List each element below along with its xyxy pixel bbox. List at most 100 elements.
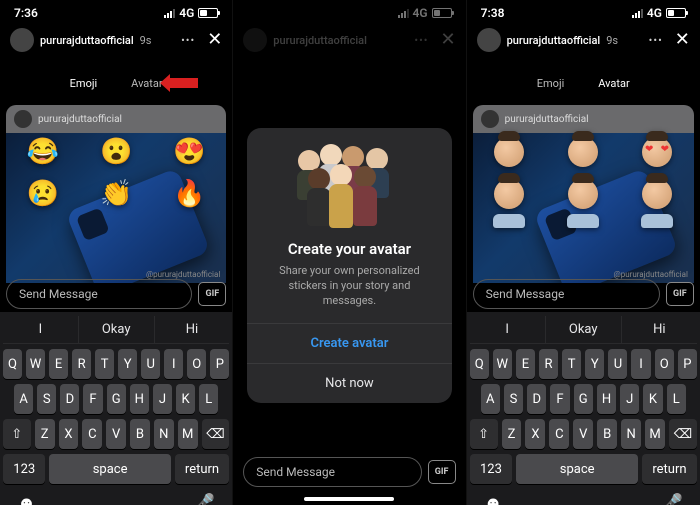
story-username[interactable]: pururajduttaofficial: [40, 34, 134, 47]
backspace-key[interactable]: ⌫: [202, 419, 230, 449]
key[interactable]: S: [37, 384, 56, 414]
key[interactable]: K: [643, 384, 662, 414]
key[interactable]: X: [525, 419, 545, 449]
key[interactable]: V: [573, 419, 593, 449]
key[interactable]: N: [621, 419, 641, 449]
key[interactable]: H: [130, 384, 149, 414]
key[interactable]: F: [550, 384, 569, 414]
key[interactable]: U: [141, 349, 160, 379]
key[interactable]: V: [106, 419, 126, 449]
key[interactable]: O: [187, 349, 206, 379]
avatar-reaction-hearteyes[interactable]: ❤: [640, 137, 674, 174]
key[interactable]: U: [608, 349, 627, 379]
space-key[interactable]: space: [516, 454, 638, 484]
key[interactable]: F: [83, 384, 102, 414]
avatar-reaction-wow[interactable]: [566, 137, 600, 174]
dictation-icon[interactable]: 🎤: [193, 493, 215, 505]
key[interactable]: O: [655, 349, 674, 379]
message-input[interactable]: Send Message: [473, 279, 660, 309]
key[interactable]: S: [504, 384, 523, 414]
space-key[interactable]: space: [49, 454, 170, 484]
key[interactable]: Y: [118, 349, 137, 379]
key[interactable]: D: [527, 384, 546, 414]
reaction-emoji[interactable]: 👏: [100, 179, 132, 209]
return-key[interactable]: return: [642, 454, 697, 484]
key[interactable]: B: [130, 419, 150, 449]
gif-button[interactable]: GIF: [198, 282, 226, 306]
reaction-emoji[interactable]: 😍: [173, 137, 205, 167]
tab-emoji[interactable]: Emoji: [56, 72, 111, 95]
backspace-key[interactable]: ⌫: [669, 419, 697, 449]
emoji-keyboard-icon[interactable]: ☻: [17, 493, 36, 505]
key[interactable]: A: [14, 384, 33, 414]
key[interactable]: L: [199, 384, 218, 414]
key[interactable]: W: [26, 349, 45, 379]
more-icon[interactable]: •••: [649, 34, 663, 47]
story-body[interactable]: pururajduttaofficial 😂 😮 😍 😢 👏 🔥 @purura…: [6, 105, 226, 283]
gif-button[interactable]: GIF: [666, 282, 694, 306]
suggestion[interactable]: I: [470, 316, 545, 343]
suggestion[interactable]: Okay: [545, 316, 621, 343]
more-icon[interactable]: •••: [181, 34, 195, 47]
gif-button[interactable]: GIF: [428, 460, 456, 484]
key[interactable]: W: [493, 349, 512, 379]
avatar-reaction-laugh[interactable]: [492, 137, 526, 174]
key[interactable]: A: [481, 384, 500, 414]
home-indicator[interactable]: [304, 497, 394, 501]
story-avatar[interactable]: [10, 28, 34, 52]
emoji-keyboard-icon[interactable]: ☻: [484, 493, 503, 505]
key[interactable]: G: [107, 384, 126, 414]
close-icon[interactable]: ✕: [207, 31, 222, 49]
key[interactable]: P: [210, 349, 229, 379]
key[interactable]: I: [164, 349, 183, 379]
story-avatar[interactable]: [477, 28, 501, 52]
key[interactable]: P: [678, 349, 697, 379]
key[interactable]: T: [95, 349, 114, 379]
suggestion[interactable]: Hi: [154, 316, 230, 343]
tab-emoji[interactable]: Emoji: [523, 72, 578, 95]
key[interactable]: R: [72, 349, 91, 379]
message-input[interactable]: Send Message: [6, 279, 192, 309]
key[interactable]: E: [49, 349, 68, 379]
suggestion[interactable]: I: [3, 316, 78, 343]
key[interactable]: L: [667, 384, 686, 414]
reaction-emoji[interactable]: 🔥: [173, 179, 205, 209]
create-avatar-button[interactable]: Create avatar: [247, 323, 451, 363]
close-icon[interactable]: ✕: [675, 31, 690, 49]
message-input[interactable]: Send Message: [243, 457, 421, 487]
reaction-emoji[interactable]: 😢: [27, 179, 59, 209]
key[interactable]: I: [631, 349, 650, 379]
story-username[interactable]: pururajduttaofficial: [507, 34, 601, 47]
key[interactable]: Y: [585, 349, 604, 379]
avatar-reaction-clap[interactable]: [566, 179, 600, 228]
shift-key[interactable]: ⇧: [3, 419, 31, 449]
key[interactable]: X: [59, 419, 79, 449]
suggestion[interactable]: Okay: [78, 316, 154, 343]
numbers-key[interactable]: 123: [3, 454, 45, 484]
not-now-button[interactable]: Not now: [247, 363, 451, 403]
reaction-emoji[interactable]: 😮: [100, 137, 132, 167]
key[interactable]: J: [153, 384, 172, 414]
key[interactable]: Z: [35, 419, 55, 449]
avatar-reaction-cheer[interactable]: [640, 179, 674, 228]
key[interactable]: Q: [470, 349, 489, 379]
return-key[interactable]: return: [175, 454, 230, 484]
key[interactable]: C: [82, 419, 102, 449]
key[interactable]: M: [178, 419, 198, 449]
key[interactable]: T: [562, 349, 581, 379]
key[interactable]: G: [574, 384, 593, 414]
reaction-emoji[interactable]: 😂: [27, 137, 59, 167]
dictation-icon[interactable]: 🎤: [660, 493, 682, 505]
numbers-key[interactable]: 123: [470, 454, 513, 484]
key[interactable]: B: [597, 419, 617, 449]
key[interactable]: M: [645, 419, 665, 449]
suggestion[interactable]: Hi: [621, 316, 697, 343]
key[interactable]: E: [516, 349, 535, 379]
key[interactable]: R: [539, 349, 558, 379]
key[interactable]: K: [176, 384, 195, 414]
key[interactable]: C: [549, 419, 569, 449]
key[interactable]: D: [60, 384, 79, 414]
key[interactable]: H: [597, 384, 616, 414]
story-body[interactable]: pururajduttaofficial ❤ @pururajduttaoffi…: [473, 105, 694, 283]
key[interactable]: J: [620, 384, 639, 414]
